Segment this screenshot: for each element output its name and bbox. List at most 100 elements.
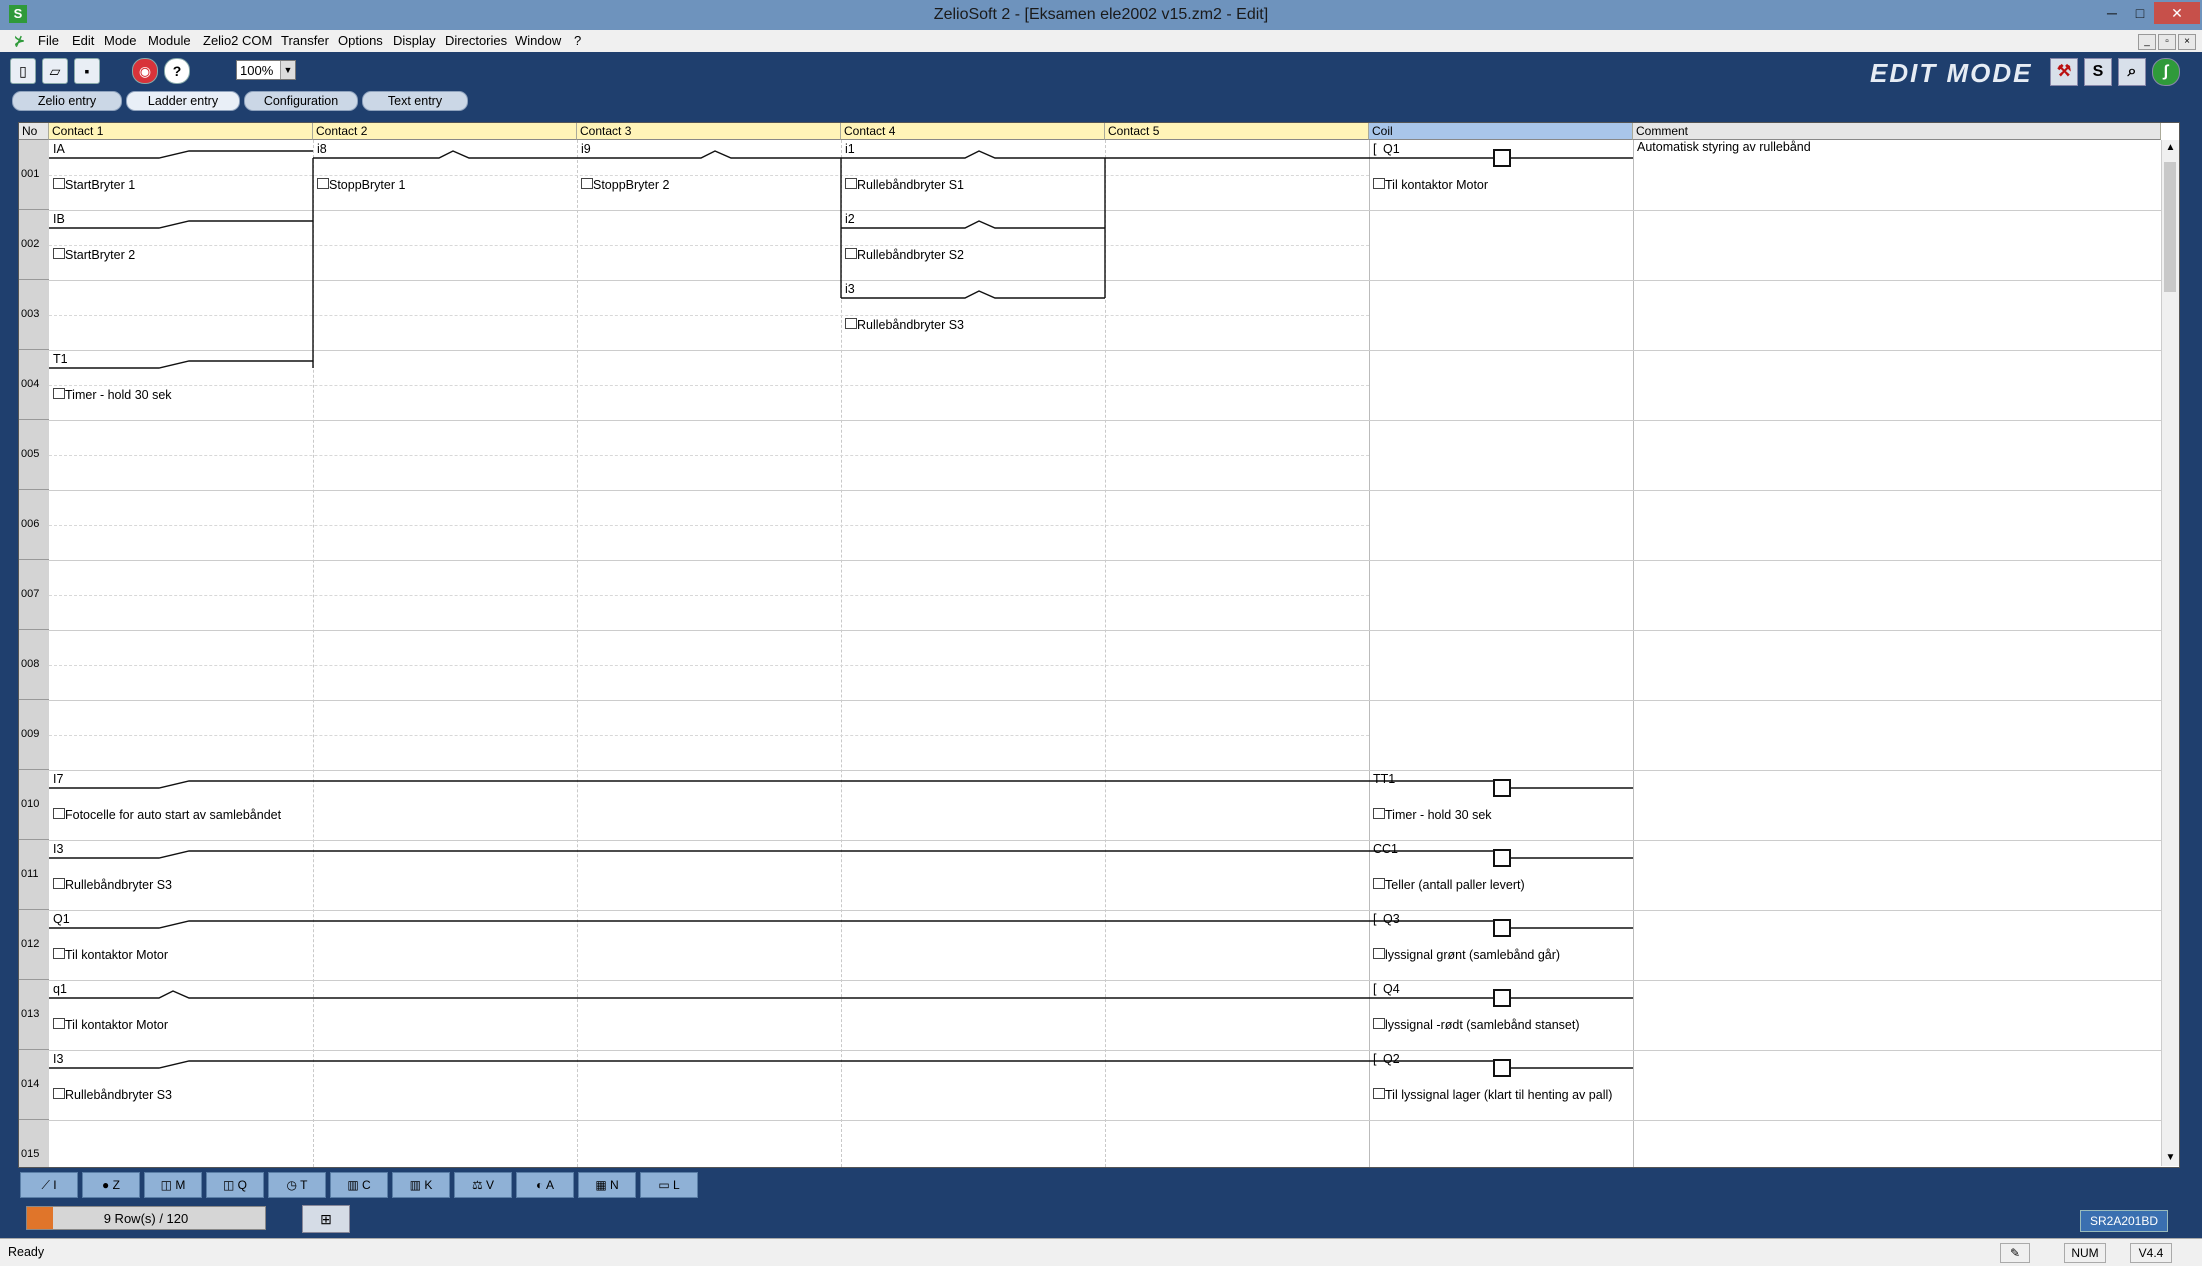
key-icon: ● — [102, 1178, 110, 1192]
menu-module[interactable]: Module — [148, 33, 191, 48]
menu-window[interactable]: Window — [515, 33, 561, 48]
coil-prefix: [ — [1373, 1052, 1377, 1066]
chevron-down-icon[interactable]: ▼ — [280, 61, 295, 79]
settings-icon[interactable]: ⚒ — [2050, 58, 2078, 86]
zoom-icon[interactable]: ⌕ — [2118, 58, 2146, 86]
contact-comment: StartBryter 2 — [65, 248, 136, 262]
contact-comment: Rullebåndbryter S1 — [857, 178, 965, 192]
module-reference[interactable]: SR2A201BD — [2080, 1210, 2168, 1232]
palette-outputs[interactable]: ◫ Q — [206, 1172, 264, 1198]
ladder-editor: No Contact 1 Contact 2 Contact 3 Contact… — [0, 112, 2202, 1170]
contact-address[interactable]: q1 — [53, 982, 67, 996]
palette-timers[interactable]: ◷ T — [268, 1172, 326, 1198]
contact-address[interactable]: i8 — [317, 142, 327, 156]
contact-address[interactable]: i2 — [845, 212, 855, 226]
contact-nc-i8 — [313, 150, 577, 159]
menu-options[interactable]: Options — [338, 33, 383, 48]
window-title: ZelioSoft 2 - [Eksamen ele2002 v15.zm2 -… — [933, 6, 1269, 23]
coil-symbol[interactable] — [1493, 849, 1511, 867]
tab-ladder-entry[interactable]: Ladder entry — [126, 91, 240, 111]
coil-address[interactable]: TT1 — [1373, 772, 1395, 786]
mdi-close-icon[interactable]: × — [2178, 34, 2196, 50]
coil-symbol[interactable] — [1493, 779, 1511, 797]
zoom-value: 100% — [240, 63, 274, 78]
palette-comparators[interactable]: ⚖ V — [454, 1172, 512, 1198]
menu-file[interactable]: File — [38, 33, 59, 48]
scroll-up-icon[interactable]: ▲ — [2162, 140, 2179, 156]
analog-icon: ◐ — [536, 1178, 544, 1192]
menu-transfer[interactable]: Transfer — [281, 33, 329, 48]
scroll-thumb[interactable] — [2164, 162, 2176, 292]
comment-box-icon — [845, 318, 857, 329]
contact-no-T1 — [49, 360, 313, 369]
zoom-select[interactable]: 100% ▼ — [236, 60, 296, 80]
ladder-canvas[interactable]: No Contact 1 Contact 2 Contact 3 Contact… — [18, 122, 2180, 1168]
menu-directories[interactable]: Directories — [445, 33, 507, 48]
maximize-button[interactable]: □ — [2126, 2, 2154, 24]
coil-prefix: [ — [1373, 982, 1377, 996]
brand-logo-icon[interactable]: ∫ — [2152, 58, 2180, 86]
coil-address[interactable]: Q1 — [1383, 142, 1400, 156]
contact-address[interactable]: IA — [53, 142, 65, 156]
menu-edit[interactable]: Edit — [72, 33, 94, 48]
coil-symbol[interactable] — [1493, 149, 1511, 167]
menu-zelio2com[interactable]: Zelio2 COM — [203, 33, 272, 48]
contact-comment: StartBryter 1 — [65, 178, 136, 192]
palette-fast-counter[interactable]: ▥ K — [392, 1172, 450, 1198]
close-button[interactable]: ✕ — [2154, 2, 2200, 24]
palette-aux-relays[interactable]: ◫ M — [144, 1172, 202, 1198]
tab-text-entry[interactable]: Text entry — [362, 91, 468, 111]
scroll-down-icon[interactable]: ▼ — [2162, 1150, 2179, 1166]
contact-address[interactable]: IB — [53, 212, 65, 226]
coil-address[interactable]: Q4 — [1383, 982, 1400, 996]
coil-address[interactable]: Q3 — [1383, 912, 1400, 926]
save-icon[interactable]: ▪ — [74, 58, 100, 84]
palette-z-keys[interactable]: ● Z — [82, 1172, 140, 1198]
contact-address[interactable]: i1 — [845, 142, 855, 156]
new-file-icon[interactable]: ▯ — [10, 58, 36, 84]
edit-mode-label: EDIT MODE — [1870, 58, 2033, 88]
menu-help[interactable]: ? — [574, 33, 581, 48]
contact-address[interactable]: I3 — [53, 842, 63, 856]
num-lock-indicator: NUM — [2064, 1243, 2106, 1263]
comment-box-icon — [53, 388, 65, 399]
tab-configuration[interactable]: Configuration — [244, 91, 358, 111]
coil-symbol[interactable] — [1493, 919, 1511, 937]
menu-display[interactable]: Display — [393, 33, 436, 48]
coil-comment: lyssignal -rødt (samlebånd stanset) — [1385, 1018, 1580, 1032]
coil-prefix: [ — [1373, 142, 1377, 156]
contact-nc-i2 — [841, 220, 1105, 229]
contact-address[interactable]: i3 — [845, 282, 855, 296]
palette-counters[interactable]: ▥ C — [330, 1172, 388, 1198]
coil-symbol[interactable] — [1493, 989, 1511, 1007]
comment-box-icon — [317, 178, 329, 189]
palette-lcd[interactable]: ▭ L — [640, 1172, 698, 1198]
simulation-icon[interactable]: S — [2084, 58, 2112, 86]
menu-mode[interactable]: Mode — [104, 33, 137, 48]
vertical-scrollbar[interactable]: ▲ ▼ — [2161, 140, 2179, 1166]
rows-icon — [27, 1207, 53, 1229]
coil-address[interactable]: Q2 — [1383, 1052, 1400, 1066]
status-bar: Ready ✎ NUM V4.4 — [0, 1238, 2202, 1266]
mdi-minimize-icon[interactable]: _ — [2138, 34, 2156, 50]
module-config-icon[interactable]: ⊞ — [302, 1205, 350, 1233]
open-folder-icon[interactable]: ▱ — [42, 58, 68, 84]
contact-address[interactable]: I3 — [53, 1052, 63, 1066]
doc-icon[interactable]: ⊁ — [14, 33, 25, 49]
title-bar: S ZelioSoft 2 - [Eksamen ele2002 v15.zm2… — [0, 0, 2202, 30]
palette-clock[interactable]: ▦ N — [578, 1172, 636, 1198]
help-icon[interactable]: ? — [164, 58, 190, 84]
contact-address[interactable]: Q1 — [53, 912, 70, 926]
palette-inputs[interactable]: ⟋ I — [20, 1172, 78, 1198]
contact-address[interactable]: I7 — [53, 772, 63, 786]
minimize-button[interactable]: ─ — [2098, 2, 2126, 24]
monitor-eye-icon[interactable]: ◉ — [132, 58, 158, 84]
rung-comment[interactable]: Automatisk styring av rullebånd — [1637, 140, 1811, 154]
contact-address[interactable]: T1 — [53, 352, 68, 366]
contact-address[interactable]: i9 — [581, 142, 591, 156]
tab-zelio-entry[interactable]: Zelio entry — [12, 91, 122, 111]
mdi-restore-icon[interactable]: ▫ — [2158, 34, 2176, 50]
palette-analog[interactable]: ◐ A — [516, 1172, 574, 1198]
coil-symbol[interactable] — [1493, 1059, 1511, 1077]
coil-address[interactable]: CC1 — [1373, 842, 1398, 856]
